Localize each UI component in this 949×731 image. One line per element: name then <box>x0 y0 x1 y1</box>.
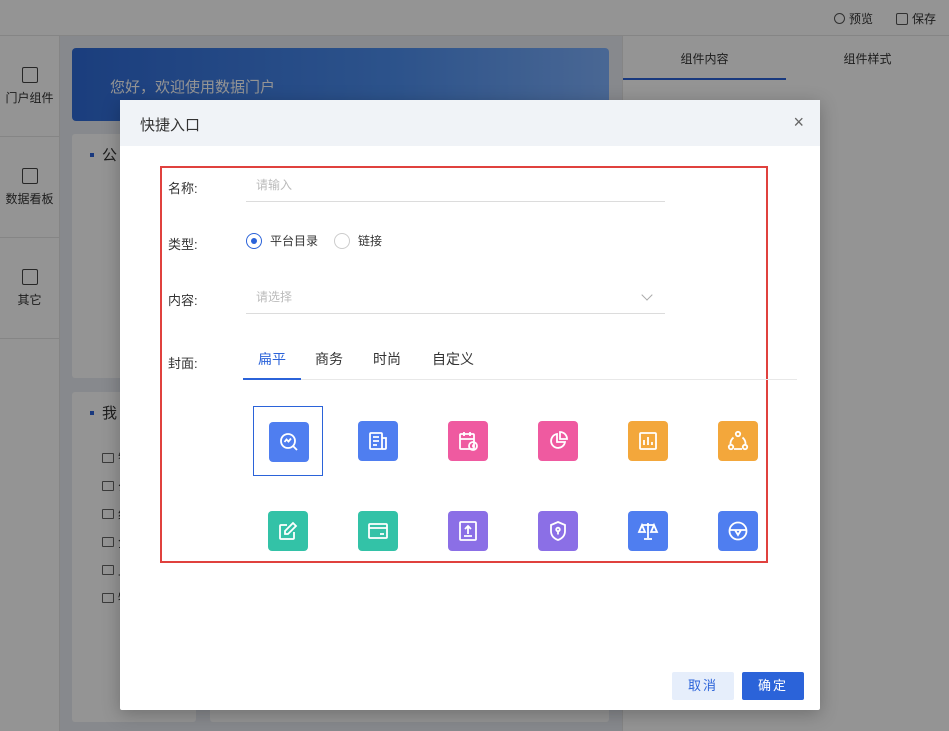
bar-chart-icon <box>628 421 668 461</box>
cover-option-6[interactable] <box>703 406 773 476</box>
cover-option-9[interactable] <box>433 496 503 566</box>
cover-option-5[interactable] <box>613 406 683 476</box>
shield-icon <box>538 511 578 551</box>
confirm-button[interactable]: 确定 <box>742 672 804 700</box>
cover-option-4[interactable] <box>523 406 593 476</box>
quick-entry-dialog: 快捷入口 × 名称: 类型: 平台目录 链接 内容: 请选择 封面: 扁平 商务… <box>120 100 820 710</box>
content-label: 内容: <box>168 293 198 308</box>
edit-icon <box>268 511 308 551</box>
dialog-header: 快捷入口 × <box>120 100 820 146</box>
chevron-down-icon[interactable] <box>641 289 653 301</box>
radio-label: 链接 <box>358 234 383 248</box>
radio-label: 平台目录 <box>270 234 319 248</box>
cover-option-3[interactable] <box>433 406 503 476</box>
tab-business[interactable]: 商务 <box>307 342 351 380</box>
cover-option-2[interactable] <box>343 406 413 476</box>
cover-label: 封面: <box>168 356 198 371</box>
content-placeholder: 请选择 <box>256 290 293 304</box>
radio-link[interactable]: 链接 <box>334 232 382 249</box>
tab-fashion[interactable]: 时尚 <box>365 342 409 380</box>
cover-option-8[interactable] <box>343 496 413 566</box>
news-icon <box>358 421 398 461</box>
steering-wheel-icon <box>718 511 758 551</box>
cover-option-11[interactable] <box>613 496 683 566</box>
calendar-icon <box>448 421 488 461</box>
close-icon[interactable]: × <box>793 112 804 132</box>
card-icon <box>358 511 398 551</box>
share-icon <box>718 421 758 461</box>
tab-flat[interactable]: 扁平 <box>243 342 301 380</box>
content-select[interactable]: 请选择 <box>246 282 665 314</box>
name-label: 名称: <box>168 181 198 196</box>
cover-option-10[interactable] <box>523 496 593 566</box>
type-radio-group: 平台目录 链接 <box>246 232 382 249</box>
cover-tabs: 扁平 商务 时尚 自定义 <box>243 342 797 380</box>
radio-dot <box>246 232 262 249</box>
scale-icon <box>628 511 668 551</box>
radio-dot <box>334 232 351 249</box>
name-field[interactable] <box>246 170 665 202</box>
pie-chart-icon <box>538 421 578 461</box>
type-label: 类型: <box>168 237 198 252</box>
cover-option-1[interactable] <box>253 406 323 476</box>
cover-option-12[interactable] <box>703 496 773 566</box>
search-chart-icon <box>269 422 309 462</box>
tab-custom[interactable]: 自定义 <box>425 342 481 380</box>
radio-platform-catalog[interactable]: 平台目录 <box>246 232 318 249</box>
dialog-title: 快捷入口 <box>140 117 201 134</box>
upload-icon <box>448 511 488 551</box>
cancel-button[interactable]: 取消 <box>672 672 734 700</box>
cover-option-7[interactable] <box>253 496 323 566</box>
name-input[interactable] <box>256 170 665 200</box>
